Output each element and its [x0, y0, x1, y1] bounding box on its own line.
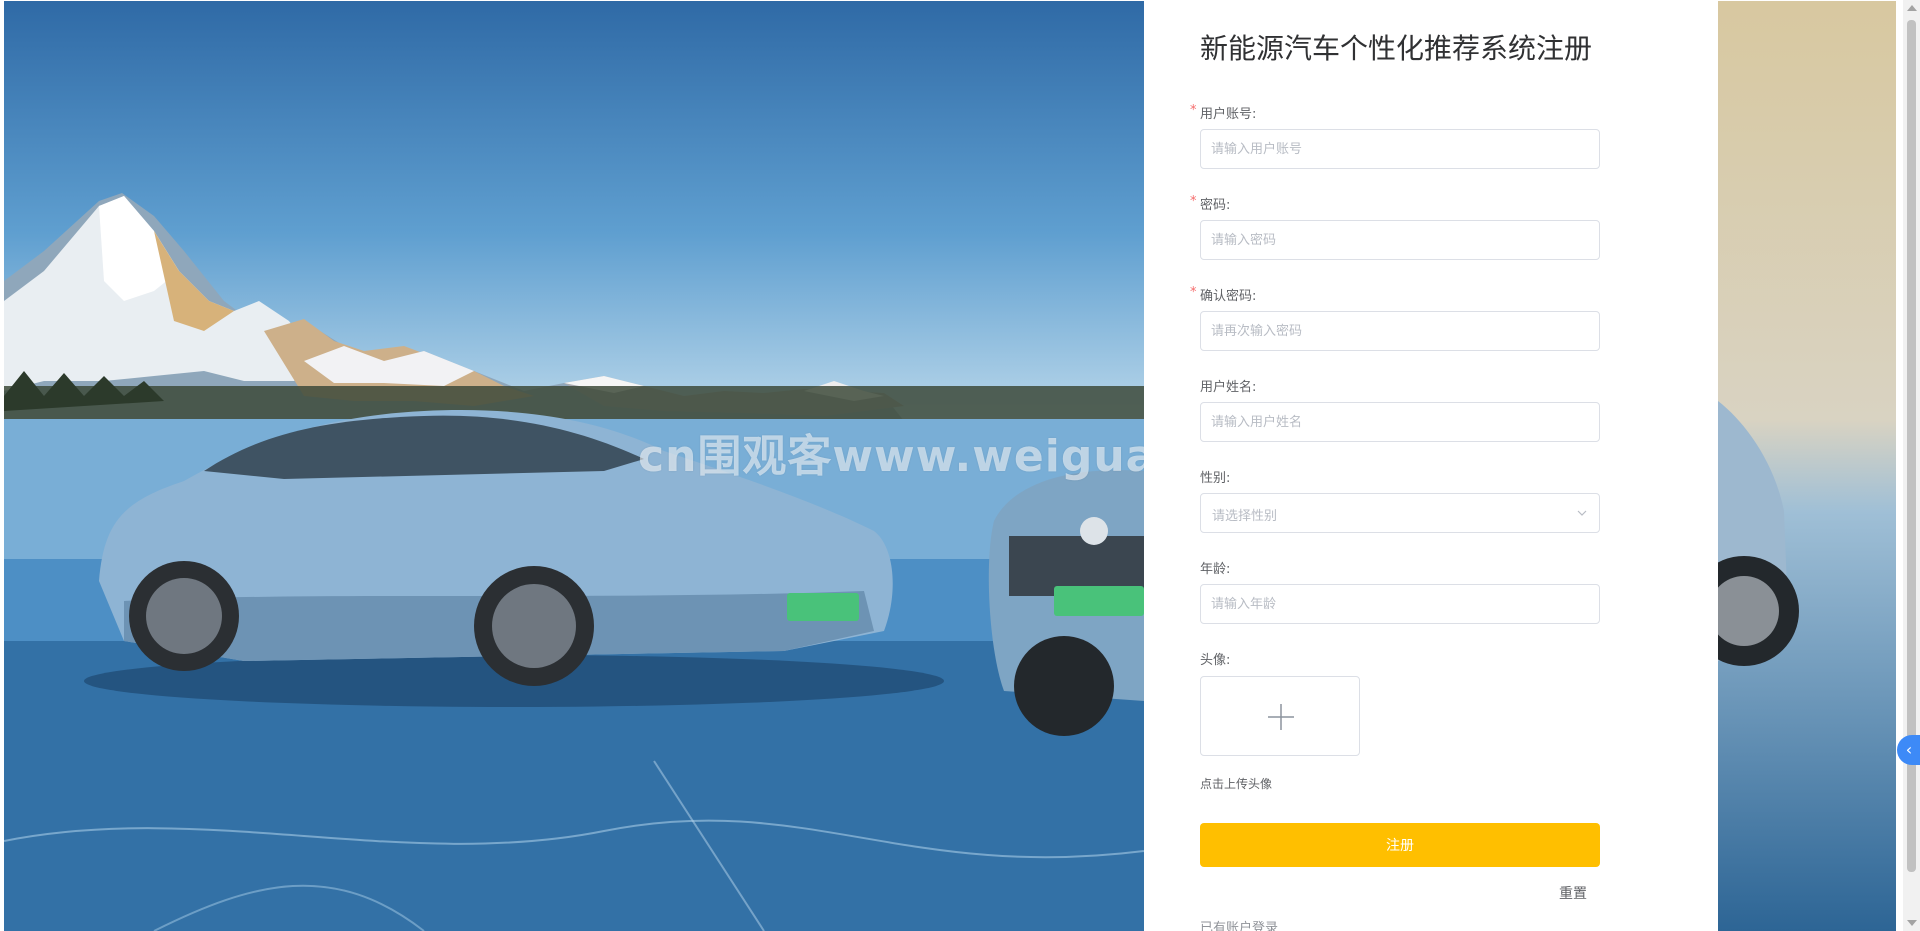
password-input[interactable] [1200, 220, 1600, 260]
login-link[interactable]: 已有账户登录 [1200, 917, 1278, 931]
gender-label: 性别: [1200, 471, 1231, 486]
scroll-up-arrow-icon[interactable] [1907, 5, 1917, 11]
page: cn围观客www.weiguanke.cn 新能源汽车个性化推荐系统注册 * 用… [0, 0, 1920, 931]
avatar-upload-tip: 点击上传头像 [1200, 777, 1273, 791]
register-button[interactable]: 注册 [1200, 823, 1600, 867]
name-input[interactable] [1200, 402, 1600, 442]
scrollbar[interactable] [1903, 0, 1920, 931]
confirm-password-label: * 确认密码: [1190, 285, 1257, 304]
avatar-label: 头像: [1200, 653, 1231, 668]
name-label: 用户姓名: [1200, 380, 1257, 395]
page-title: 新能源汽车个性化推荐系统注册 [1200, 32, 1593, 65]
chevron-left-icon: ‹ [1905, 740, 1913, 759]
account-label-text: 用户账号: [1200, 107, 1257, 122]
reset-button[interactable]: 重置 [1559, 883, 1587, 903]
required-mark: * [1190, 285, 1197, 300]
account-input[interactable] [1200, 129, 1600, 169]
register-panel: 新能源汽车个性化推荐系统注册 * 用户账号: * 密码: * 确认密码: 用户姓… [1144, 1, 1718, 931]
side-panel-toggle[interactable]: ‹ [1897, 735, 1920, 765]
confirm-password-label-text: 确认密码: [1200, 289, 1257, 304]
required-mark: * [1190, 194, 1197, 209]
account-label: * 用户账号: [1190, 103, 1257, 122]
password-label: * 密码: [1190, 194, 1231, 213]
age-label: 年龄: [1200, 562, 1231, 577]
gender-select-placeholder: 请选择性别 [1212, 509, 1278, 524]
required-mark: * [1190, 103, 1197, 118]
password-label-text: 密码: [1200, 198, 1231, 213]
chevron-down-icon [1577, 510, 1587, 516]
gender-select[interactable]: 请选择性别 [1200, 493, 1600, 533]
age-input[interactable] [1200, 584, 1600, 624]
confirm-password-input[interactable] [1200, 311, 1600, 351]
plus-icon [1268, 704, 1294, 730]
scroll-down-arrow-icon[interactable] [1907, 920, 1917, 926]
avatar-upload[interactable] [1200, 676, 1360, 756]
